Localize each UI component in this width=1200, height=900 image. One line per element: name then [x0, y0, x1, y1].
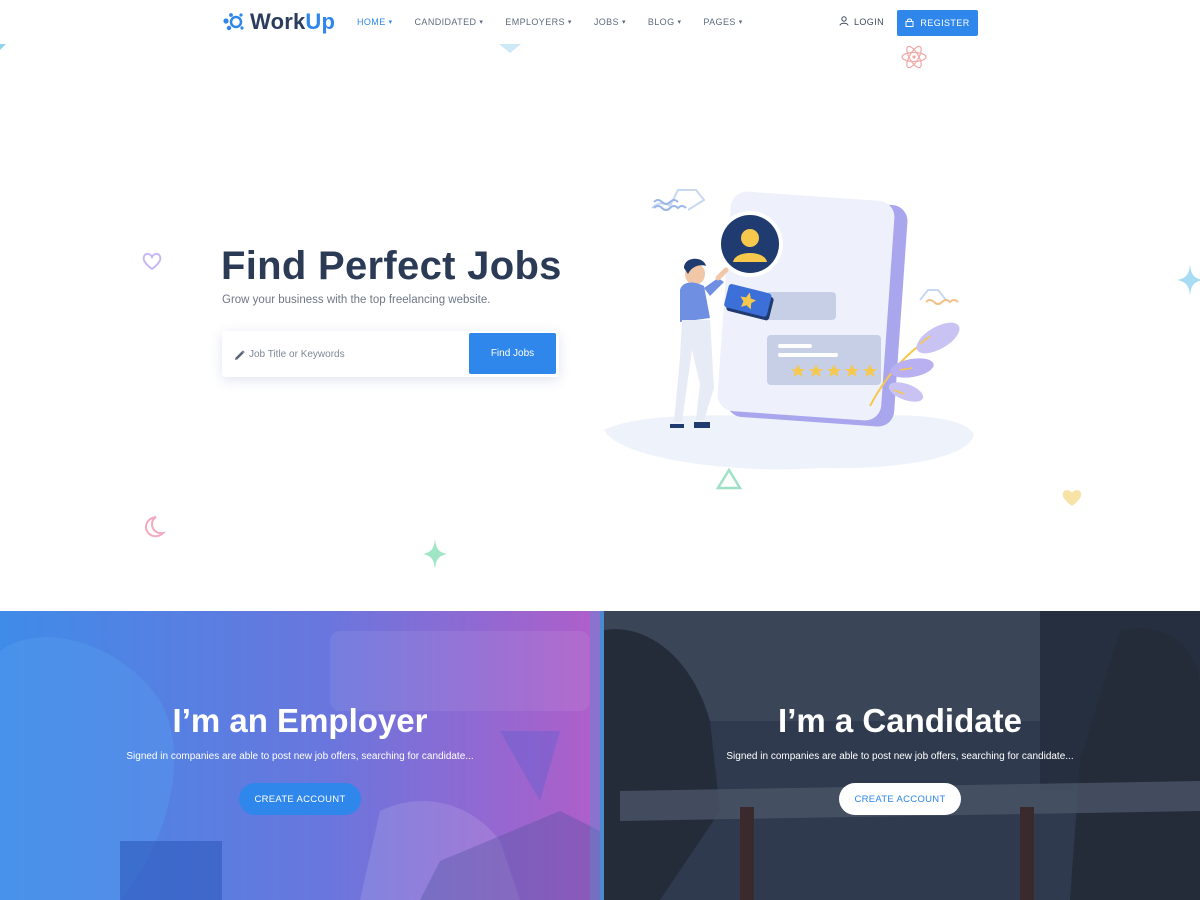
employer-card-description: Signed in companies are able to post new…	[126, 751, 474, 762]
hero-title: Find Perfect Jobs	[221, 244, 562, 288]
heart-outline-icon	[142, 252, 162, 271]
employer-create-account-button[interactable]: CREATE ACCOUNT	[239, 783, 361, 815]
decor-chevron-icon	[499, 44, 521, 53]
candidate-card-title: I’m a Candidate	[778, 702, 1022, 739]
logo-icon	[222, 11, 244, 33]
brand-name: WorkUp	[250, 9, 336, 34]
employer-card-title: I’m an Employer	[172, 702, 428, 739]
pencil-icon	[234, 348, 245, 366]
candidate-create-account-button[interactable]: CREATE ACCOUNT	[839, 783, 961, 815]
nav-item-employers[interactable]: EMPLOYERS ▾	[505, 17, 572, 27]
hero-subtitle: Grow your business with the top freelanc…	[222, 294, 491, 306]
caret-down-icon: ▾	[677, 19, 682, 26]
find-jobs-button[interactable]: Find Jobs	[469, 333, 556, 374]
caret-down-icon: ▾	[621, 19, 626, 26]
nav-item-pages[interactable]: PAGES ▾	[703, 17, 742, 27]
user-icon	[839, 16, 849, 28]
sparkle-green-icon	[423, 539, 447, 569]
moon-icon	[145, 516, 166, 538]
job-search-form: Find Jobs	[222, 331, 559, 377]
decor-triangle-small-icon	[0, 44, 6, 50]
register-button[interactable]: REGISTER	[897, 10, 978, 36]
lock-icon	[905, 18, 914, 29]
caret-down-icon: ▾	[388, 19, 393, 26]
brand-logo[interactable]: WorkUp	[222, 9, 335, 35]
main-menu: HOME ▾ CANDIDATED ▾ EMPLOYERS ▾ JOBS ▾ BLOG ▾…	[357, 17, 743, 27]
nav-item-candidated[interactable]: CANDIDATED ▾	[415, 17, 484, 27]
job-search-input[interactable]	[249, 341, 464, 367]
caret-down-icon: ▾	[738, 19, 743, 26]
nav-item-home[interactable]: HOME ▾	[357, 17, 393, 27]
nav-item-blog[interactable]: BLOG ▾	[648, 17, 682, 27]
sparkle-blue-icon	[1177, 264, 1200, 296]
top-navbar: WorkUp HOME ▾ CANDIDATED ▾ EMPLOYERS ▾ JOBS…	[0, 0, 1200, 46]
nav-item-jobs[interactable]: JOBS ▾	[594, 17, 626, 27]
candidate-card-description: Signed in companies are able to post new…	[726, 751, 1074, 762]
heart-yellow-icon	[1062, 490, 1082, 506]
login-link[interactable]: LOGIN	[839, 16, 884, 28]
caret-down-icon: ▾	[479, 19, 484, 26]
atom-icon	[901, 45, 927, 69]
caret-down-icon: ▾	[567, 19, 572, 26]
hero-illustration	[604, 189, 974, 470]
